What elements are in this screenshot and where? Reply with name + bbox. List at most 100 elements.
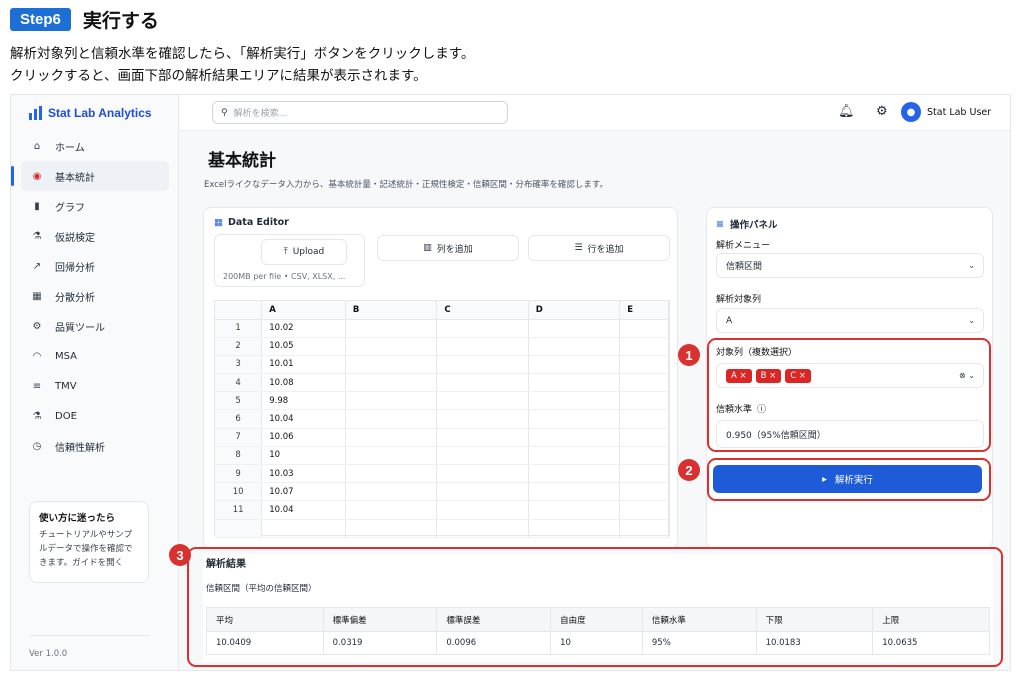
grid-cell[interactable] bbox=[345, 482, 438, 502]
grid-cell[interactable] bbox=[436, 428, 529, 447]
grid-cell[interactable] bbox=[345, 409, 438, 429]
grid-cell[interactable] bbox=[619, 500, 669, 520]
grid-cell[interactable] bbox=[436, 464, 529, 484]
sidebar-item-tmv[interactable]: ≡ TMV bbox=[21, 371, 169, 401]
user-menu[interactable]: ● Stat Lab User bbox=[901, 102, 991, 122]
grid-cell[interactable] bbox=[528, 373, 621, 393]
add-column-button[interactable]: ▥ 列を追加 bbox=[377, 235, 519, 261]
grid-cell[interactable] bbox=[528, 464, 621, 484]
grid-cell[interactable] bbox=[619, 409, 669, 429]
sidebar-item-basic-stats[interactable]: ◉ 基本統計 bbox=[11, 161, 169, 191]
grid-cell[interactable]: 10.02 bbox=[261, 319, 346, 338]
sidebar-item-quality[interactable]: ⚙ 品質ツール bbox=[21, 311, 169, 341]
grid-cell[interactable] bbox=[436, 519, 529, 538]
grid-cell[interactable] bbox=[528, 355, 621, 375]
row-number: 6 bbox=[215, 409, 263, 429]
help-card[interactable]: 使い方に迷ったら チュートリアルやサンプルデータで操作を確認できます。ガイドを開… bbox=[29, 501, 149, 583]
grid-column-header[interactable]: B bbox=[345, 301, 438, 320]
grid-cell[interactable] bbox=[619, 319, 669, 338]
grid-cell[interactable] bbox=[528, 500, 621, 520]
grid-cell[interactable] bbox=[528, 319, 621, 338]
data-grid[interactable]: ABCDE 1 10.02 2 10.05 3 10.01 4 10.08 5 9.98 6 10.0… bbox=[214, 300, 670, 538]
grid-cell[interactable] bbox=[345, 391, 438, 411]
topbar: ⚲ 解析を検索... 🔔︎ ⚙ ● Stat Lab User bbox=[180, 95, 1010, 131]
grid-cell[interactable] bbox=[436, 500, 529, 520]
grid-cell[interactable] bbox=[528, 337, 621, 356]
sidebar-item-regression[interactable]: ↗ 回帰分析 bbox=[21, 251, 169, 281]
sidebar-item-label: TMV bbox=[55, 380, 77, 392]
grid-cell[interactable]: 10.03 bbox=[261, 464, 346, 484]
callout-box-3 bbox=[187, 547, 1003, 667]
grid-cell[interactable] bbox=[345, 337, 438, 356]
grid-cell[interactable] bbox=[345, 319, 438, 338]
grid-cell[interactable]: 10.06 bbox=[261, 428, 346, 447]
sidebar-item-reliability[interactable]: ◷ 信頼性解析 bbox=[21, 431, 169, 461]
grid-cell[interactable] bbox=[261, 519, 346, 538]
grid-column-header[interactable]: D bbox=[528, 301, 621, 320]
grid-cell[interactable]: 10.04 bbox=[261, 409, 346, 429]
grid-cell[interactable] bbox=[436, 409, 529, 429]
sidebar-item-anova[interactable]: ▦ 分散分析 bbox=[21, 281, 169, 311]
divider bbox=[29, 635, 149, 636]
target-column-select[interactable]: A ⌄ bbox=[716, 308, 984, 333]
grid-cell[interactable] bbox=[619, 519, 669, 538]
brand[interactable]: Stat Lab Analytics bbox=[29, 106, 152, 120]
callout-box-1 bbox=[707, 338, 991, 452]
grid-column-header[interactable]: E bbox=[619, 301, 669, 320]
grid-cell[interactable] bbox=[345, 464, 438, 484]
grid-cell[interactable] bbox=[528, 391, 621, 411]
grid-cell[interactable]: 10.04 bbox=[261, 500, 346, 520]
gauge-icon: ◠ bbox=[32, 350, 42, 362]
search-input[interactable]: ⚲ 解析を検索... bbox=[212, 101, 508, 124]
grid-cell[interactable] bbox=[436, 355, 529, 375]
sidebar-item-hypothesis[interactable]: ⚗ 仮説検定 bbox=[21, 221, 169, 251]
grid-cell[interactable] bbox=[436, 373, 529, 393]
grid-cell[interactable]: 10.05 bbox=[261, 337, 346, 356]
grid-cell[interactable] bbox=[528, 428, 621, 447]
grid-cell[interactable] bbox=[345, 446, 438, 466]
upload-dropzone[interactable]: ⤒ Upload 200MB per file • CSV, XLSX, ... bbox=[214, 234, 365, 287]
grid-cell[interactable] bbox=[528, 409, 621, 429]
grid-cell[interactable]: 10 bbox=[261, 446, 346, 466]
grid-column-header[interactable]: C bbox=[436, 301, 529, 320]
sidebar-item-label: 基本統計 bbox=[55, 172, 95, 184]
grid-cell[interactable] bbox=[345, 428, 438, 447]
grid-cell[interactable] bbox=[436, 446, 529, 466]
sidebar-item-graph[interactable]: ▮ グラフ bbox=[21, 191, 169, 221]
grid-cell[interactable] bbox=[619, 428, 669, 447]
grid-cell[interactable] bbox=[619, 391, 669, 411]
grid-column-header[interactable]: A bbox=[261, 301, 346, 320]
grid-cell[interactable] bbox=[528, 446, 621, 466]
grid-cell[interactable] bbox=[345, 355, 438, 375]
grid-cell[interactable] bbox=[436, 337, 529, 356]
instruction-line-1: 解析対象列と信頼水準を確認したら、「解析実行」ボタンをクリックします。 bbox=[10, 46, 475, 62]
grid-cell[interactable] bbox=[436, 391, 529, 411]
grid-cell[interactable] bbox=[619, 373, 669, 393]
bell-icon[interactable]: 🔔︎ bbox=[838, 104, 855, 119]
grid-cell[interactable] bbox=[436, 319, 529, 338]
grid-cell[interactable] bbox=[345, 373, 438, 393]
grid-cell[interactable] bbox=[619, 464, 669, 484]
upload-button[interactable]: ⤒ Upload bbox=[261, 239, 347, 265]
sidebar-item-home[interactable]: ⌂ ホーム bbox=[21, 131, 169, 161]
grid-cell[interactable] bbox=[619, 355, 669, 375]
gear-icon[interactable]: ⚙ bbox=[876, 104, 888, 119]
grid-cell[interactable] bbox=[345, 519, 438, 538]
grid-cell[interactable] bbox=[619, 446, 669, 466]
sidebar-item-doe[interactable]: ⚗ DOE bbox=[21, 401, 169, 431]
grid-cell[interactable]: 10.08 bbox=[261, 373, 346, 393]
grid-cell[interactable]: 10.07 bbox=[261, 482, 346, 502]
grid-cell[interactable]: 10.01 bbox=[261, 355, 346, 375]
grid-cell[interactable] bbox=[619, 337, 669, 356]
sidebar-item-msa[interactable]: ◠ MSA bbox=[21, 341, 169, 371]
grid-cell[interactable] bbox=[528, 482, 621, 502]
page-title: 基本統計 bbox=[208, 151, 276, 171]
grid-cell[interactable]: 9.98 bbox=[261, 391, 346, 411]
grid-cell[interactable] bbox=[436, 482, 529, 502]
add-row-button[interactable]: ☰ 行を追加 bbox=[528, 235, 670, 261]
grid-cell[interactable] bbox=[619, 482, 669, 502]
grid-column-header[interactable] bbox=[215, 301, 263, 320]
grid-cell[interactable] bbox=[345, 500, 438, 520]
grid-cell[interactable] bbox=[528, 519, 621, 538]
analysis-menu-select[interactable]: 信頼区間 ⌄ bbox=[716, 253, 984, 278]
